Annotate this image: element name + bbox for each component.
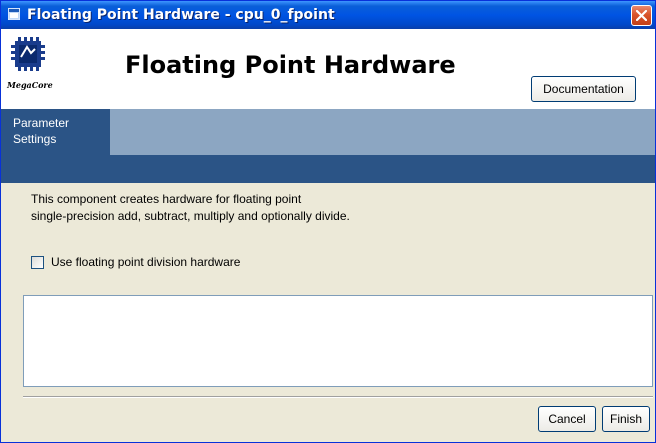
description-text: This component creates hardware for floa… <box>31 191 350 225</box>
close-button[interactable] <box>631 5 652 26</box>
division-checkbox[interactable] <box>31 256 44 269</box>
parameter-panel: This component creates hardware for floa… <box>1 183 655 395</box>
logo-text: MegaCore <box>7 80 53 90</box>
division-checkbox-label[interactable]: Use floating point division hardware <box>51 255 240 269</box>
footer-separator <box>23 396 653 398</box>
megacore-logo <box>11 37 45 71</box>
tab-content-header <box>1 155 655 183</box>
tab-label-line1: Parameter <box>13 116 70 130</box>
cancel-button[interactable]: Cancel <box>538 406 596 432</box>
tab-label-line2: Settings <box>13 132 57 146</box>
message-area[interactable] <box>23 295 653 387</box>
header-panel: MegaCore Floating Point Hardware Documen… <box>1 29 655 109</box>
documentation-button[interactable]: Documentation <box>531 76 636 102</box>
title-bar[interactable]: Floating Point Hardware - cpu_0_fpoint <box>1 1 655 29</box>
description-line-2: single-precision add, subtract, multiply… <box>31 209 350 223</box>
description-line-1: This component creates hardware for floa… <box>31 192 302 206</box>
page-title: Floating Point Hardware <box>125 51 456 79</box>
dialog-window: Floating Point Hardware - cpu_0_fpoint M… <box>0 0 656 443</box>
close-icon <box>636 10 647 21</box>
window-icon <box>8 8 20 20</box>
window-title: Floating Point Hardware - cpu_0_fpoint <box>27 7 335 23</box>
tab-strip: Parameter Settings <box>1 109 655 155</box>
finish-button[interactable]: Finish <box>602 406 650 432</box>
tab-parameter-settings[interactable]: Parameter Settings <box>1 109 110 155</box>
